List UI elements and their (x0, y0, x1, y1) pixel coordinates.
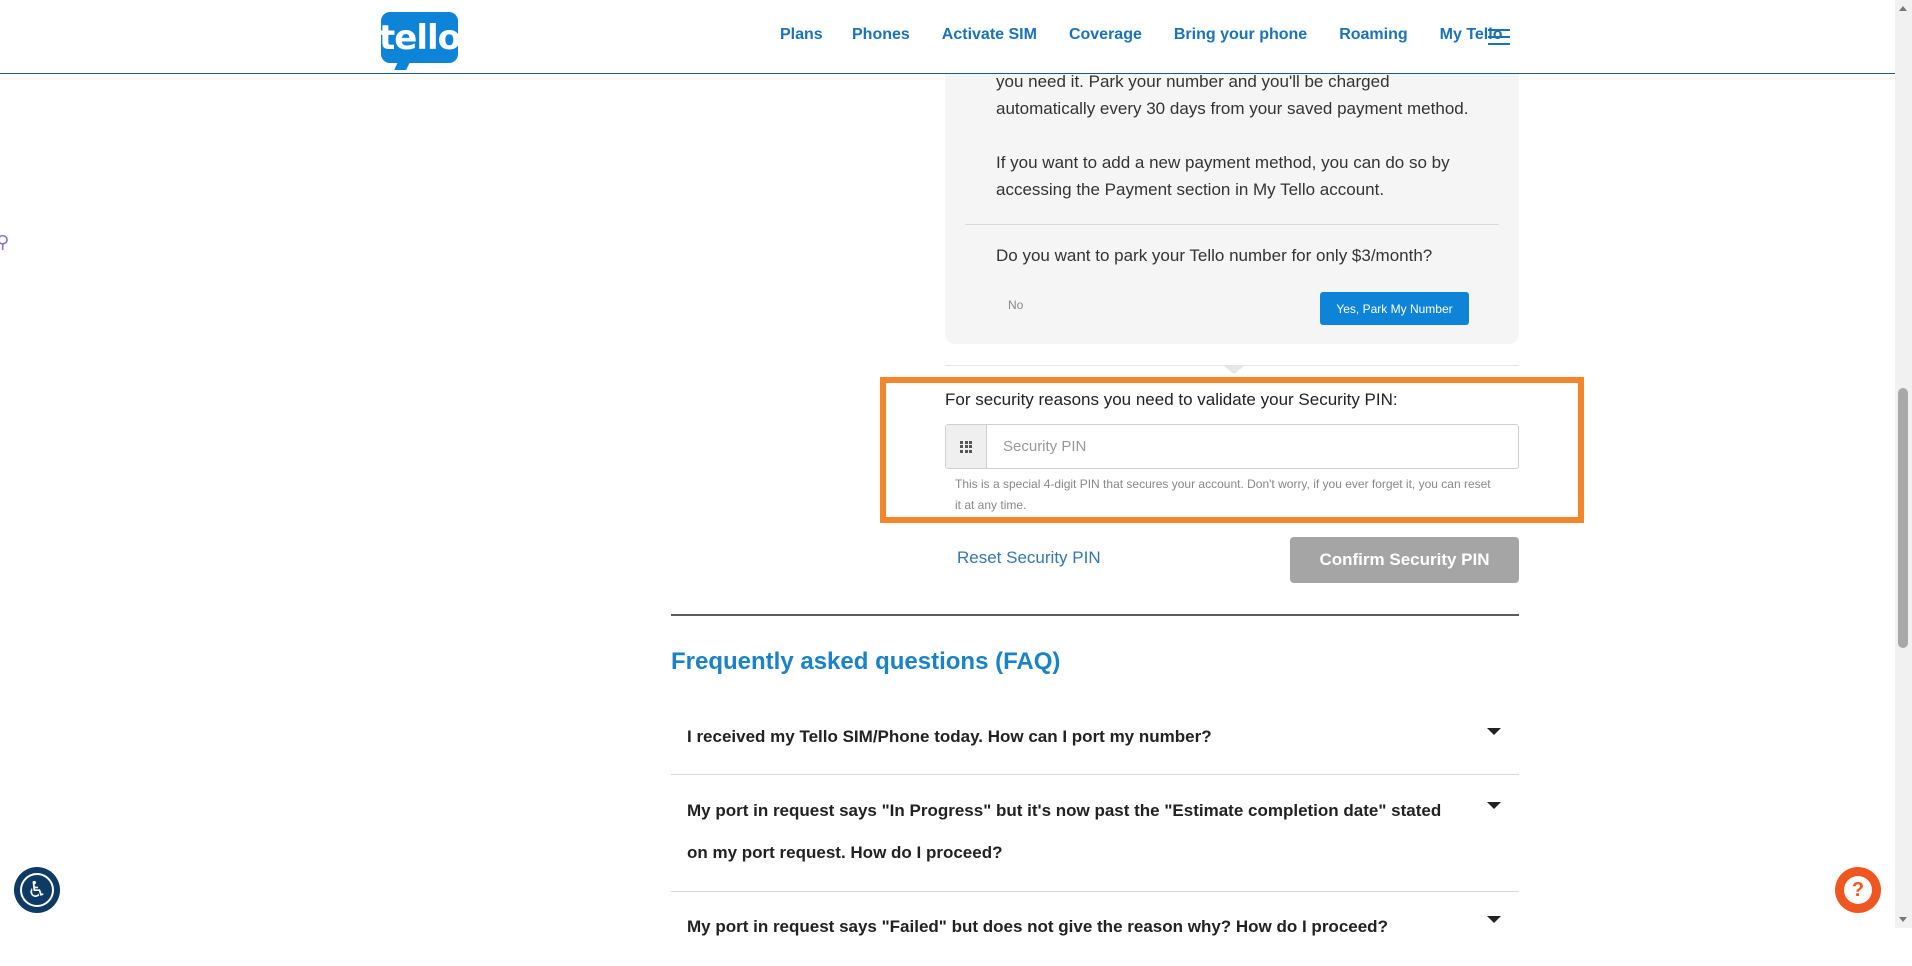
nav-plans[interactable]: Plans (780, 26, 823, 44)
confirm-pin-button[interactable]: Confirm Security PIN (1290, 537, 1519, 583)
hamburger-icon[interactable] (1488, 29, 1510, 45)
divider (965, 224, 1499, 225)
scrollbar[interactable] (1895, 0, 1912, 928)
security-pin-field (945, 424, 1519, 469)
park-question: Do you want to park your Tello number fo… (996, 246, 1433, 265)
scroll-thumb[interactable] (1898, 388, 1908, 648)
nav-bring-your-phone[interactable]: Bring your phone (1174, 26, 1307, 44)
park-paragraph-2: If you want to add a new payment method,… (996, 153, 1450, 199)
nav-activate-sim[interactable]: Activate SIM (942, 26, 1037, 44)
security-pin-help: This is a special 4-digit PIN that secur… (955, 477, 1491, 512)
nav-roaming[interactable]: Roaming (1339, 26, 1407, 44)
scroll-up-arrow[interactable] (1899, 6, 1907, 11)
question-icon: ? (1844, 876, 1872, 904)
security-pin-input[interactable] (987, 425, 1518, 468)
side-widget-icon[interactable]: ⚲ (0, 232, 9, 253)
separator-pointer (1224, 366, 1244, 374)
faq-question: I received my Tello SIM/Phone today. How… (687, 727, 1212, 746)
no-button[interactable]: No (1008, 298, 1023, 312)
keypad-icon (946, 425, 987, 468)
main-nav: Plans Phones Activate SIM Coverage Bring… (780, 26, 1534, 44)
reset-pin-link[interactable]: Reset Security PIN (957, 548, 1101, 568)
faq-title: Frequently asked questions (FAQ) (671, 648, 1061, 675)
park-description: you need it. Park your number and you'll… (996, 68, 1476, 230)
faq-item[interactable]: My port in request says "Failed" but doe… (671, 906, 1519, 966)
nav-coverage[interactable]: Coverage (1069, 26, 1142, 44)
caret-down-icon[interactable] (1487, 916, 1501, 923)
faq-question: My port in request says "Failed" but doe… (687, 917, 1388, 936)
nav-phones[interactable]: Phones (852, 26, 910, 44)
park-paragraph-1: you need it. Park your number and you'll… (996, 72, 1469, 118)
faq-item[interactable]: I received my Tello SIM/Phone today. How… (671, 716, 1519, 775)
accessibility-icon: ♿ (20, 873, 54, 907)
caret-down-icon[interactable] (1487, 728, 1501, 735)
security-pin-label: For security reasons you need to validat… (945, 390, 1398, 409)
caret-down-icon[interactable] (1487, 802, 1501, 809)
site-header: tello Plans Phones Activate SIM Coverage… (0, 0, 1895, 74)
faq-item[interactable]: My port in request says "In Progress" bu… (671, 790, 1519, 892)
faq-question: My port in request says "In Progress" bu… (687, 801, 1442, 862)
accessibility-button[interactable]: ♿ (14, 867, 60, 913)
help-chat-button[interactable]: ? (1835, 867, 1881, 913)
tello-logo[interactable]: tello (379, 12, 461, 63)
faq-divider (671, 614, 1519, 616)
yes-park-button[interactable]: Yes, Park My Number (1320, 292, 1469, 325)
scroll-down-arrow[interactable] (1899, 917, 1907, 922)
